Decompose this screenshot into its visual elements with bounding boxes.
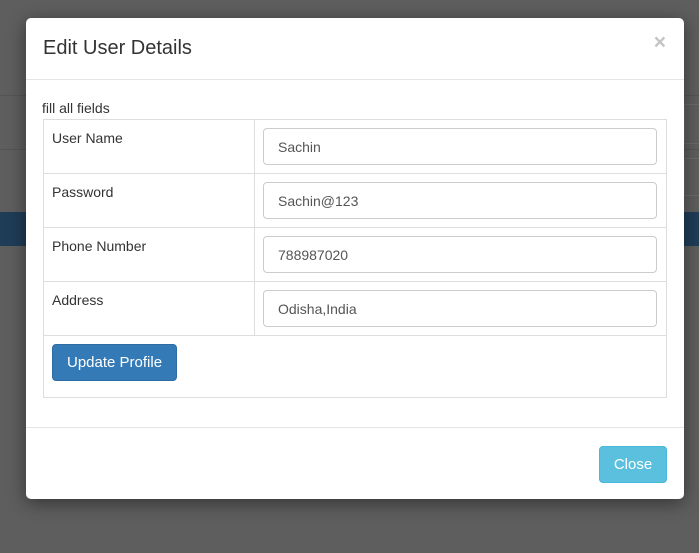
user-name-input[interactable]	[263, 128, 657, 165]
table-row: Update Profile	[43, 335, 667, 398]
form-hint: fill all fields	[42, 100, 110, 116]
table-row: Password	[43, 173, 667, 228]
close-icon[interactable]: ×	[654, 32, 666, 53]
background-field	[684, 158, 699, 196]
phone-number-label: Phone Number	[43, 227, 255, 282]
phone-number-input[interactable]	[263, 236, 657, 273]
modal-header: Edit User Details ×	[26, 18, 684, 80]
update-profile-button[interactable]: Update Profile	[52, 344, 178, 381]
modal-title: Edit User Details	[43, 37, 192, 59]
password-input[interactable]	[263, 182, 657, 219]
background-field	[684, 104, 699, 144]
edit-user-modal: Edit User Details × fill all fields User…	[26, 18, 684, 499]
password-label: Password	[43, 173, 255, 228]
table-row: Address	[43, 281, 667, 336]
table-row: Phone Number	[43, 227, 667, 282]
modal-footer-divider	[26, 427, 684, 428]
address-label: Address	[43, 281, 255, 336]
close-button[interactable]: Close	[599, 446, 667, 483]
address-input[interactable]	[263, 290, 657, 327]
table-row: User Name	[43, 119, 667, 174]
user-name-label: User Name	[43, 119, 255, 174]
user-form-table: User Name Password Phone Number Address	[43, 119, 667, 398]
